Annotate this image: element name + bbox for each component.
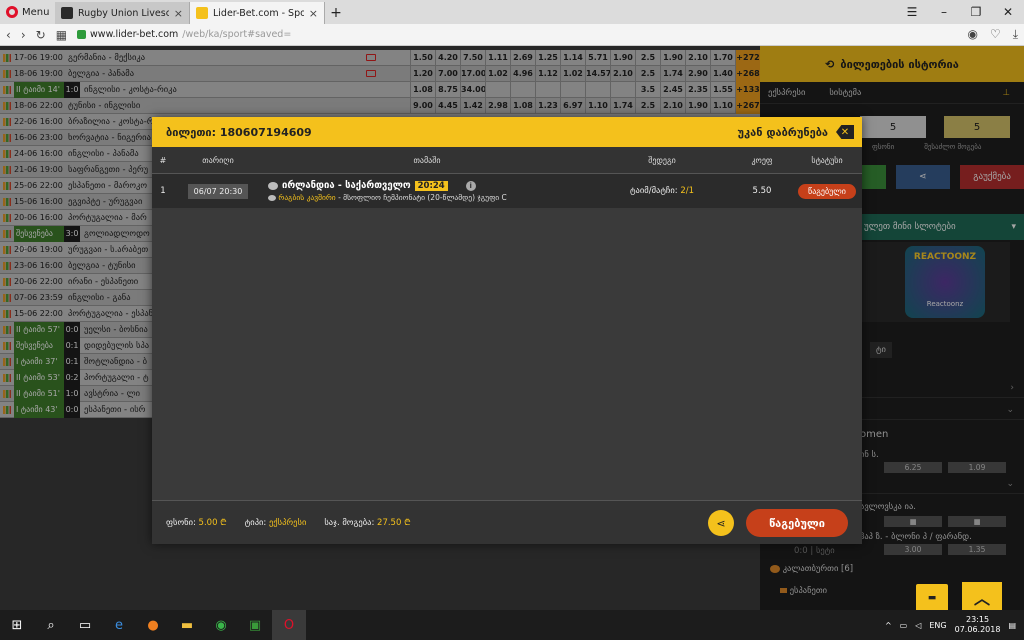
snap-icon[interactable]: ☰ bbox=[896, 5, 928, 19]
network-icon[interactable]: ▭ bbox=[900, 621, 908, 630]
back-icon[interactable]: ‹ bbox=[6, 28, 11, 42]
download-icon[interactable]: ⤓ bbox=[1013, 27, 1018, 42]
task-view-icon[interactable]: ▭ bbox=[68, 610, 102, 640]
rugby-ball-icon bbox=[268, 181, 278, 190]
ticket-title: ბილეთი: 180607194609 bbox=[166, 125, 312, 139]
chrome-icon[interactable]: ◉ bbox=[204, 610, 238, 640]
lost-status-button[interactable]: წაგებული bbox=[746, 509, 848, 537]
forward-icon[interactable]: › bbox=[21, 28, 26, 42]
lock-icon bbox=[77, 30, 87, 39]
firefox-icon[interactable]: ● bbox=[136, 610, 170, 640]
browser-tabbar: Menu Rugby Union Livescore - L× Lider-Be… bbox=[0, 0, 1024, 24]
event-name[interactable]: ირლანდია - საქართველო bbox=[282, 180, 411, 191]
address-bar: ‹ › ↻ ▦ www.lider-bet.com/web/ka/sport#s… bbox=[0, 24, 1024, 46]
edge-icon[interactable]: e bbox=[102, 610, 136, 640]
ticket-footer: ფსონი: 5.00 ₾ ტიპი: ექსპრესი საჯ. მოგება… bbox=[152, 500, 862, 544]
info-icon[interactable]: i bbox=[465, 180, 476, 191]
liderbet-favicon-icon bbox=[196, 7, 208, 19]
notification-icon[interactable]: ▤ bbox=[1008, 621, 1016, 630]
ticket-table-header: # თარიღი თამაში შედეგი კოეფ სტატუსი bbox=[152, 147, 862, 174]
opera-taskbar-icon[interactable]: O bbox=[272, 610, 306, 640]
close-tab-icon[interactable]: × bbox=[309, 7, 318, 20]
close-window-icon[interactable]: ✕ bbox=[992, 5, 1024, 19]
file-explorer-icon[interactable]: ▬ bbox=[170, 610, 204, 640]
tab-rugby-livescore[interactable]: Rugby Union Livescore - L× bbox=[55, 2, 190, 24]
close-icon[interactable]: ✕ bbox=[836, 125, 854, 139]
rugby-ball-icon bbox=[268, 195, 276, 201]
speed-dial-icon[interactable]: ▦ bbox=[56, 28, 67, 42]
new-tab-button[interactable]: + bbox=[325, 2, 347, 24]
clock[interactable]: 23:15 07.06.2018 bbox=[955, 615, 1001, 635]
windows-start-icon[interactable]: ⊞ bbox=[0, 610, 34, 640]
share-icon[interactable]: ⋖ bbox=[708, 510, 734, 536]
chat-icon[interactable]: ▬ bbox=[916, 584, 948, 612]
camera-icon[interactable]: ◉ bbox=[967, 27, 977, 42]
ticket-row: 1 06/07 20:30 ირლანდია - საქართველო 20:24… bbox=[152, 174, 862, 208]
close-tab-icon[interactable]: × bbox=[174, 7, 183, 20]
tray-up-icon[interactable]: ^ bbox=[885, 621, 892, 630]
rugby-favicon-icon bbox=[61, 7, 73, 19]
back-button[interactable]: უკან დაბრუნება ✕ bbox=[738, 125, 854, 139]
heart-icon[interactable]: ♡ bbox=[990, 27, 1001, 42]
excel-icon[interactable]: ▣ bbox=[238, 610, 272, 640]
status-badge: წაგებული bbox=[798, 183, 856, 199]
opera-menu-button[interactable]: Menu bbox=[0, 0, 55, 24]
reload-icon[interactable]: ↻ bbox=[36, 28, 46, 42]
window-controls: ☰ – ❐ ✕ bbox=[896, 0, 1024, 24]
opera-logo-icon bbox=[6, 6, 18, 18]
url-field[interactable]: www.lider-bet.com/web/ka/sport#saved= bbox=[77, 29, 957, 40]
restore-icon[interactable]: ❐ bbox=[960, 5, 992, 19]
search-icon[interactable]: ⌕ bbox=[34, 610, 68, 640]
windows-taskbar: ⊞ ⌕ ▭ e ● ▬ ◉ ▣ O ^ ▭ ◁ ENG 23:15 07.06.2… bbox=[0, 610, 1024, 640]
ticket-modal: ბილეთი: 180607194609 უკან დაბრუნება ✕ # თ… bbox=[152, 117, 862, 544]
tab-liderbet[interactable]: Lider-Bet.com - Sports and× bbox=[190, 2, 325, 24]
scroll-up-icon[interactable]: ︿ bbox=[962, 582, 1002, 612]
volume-icon[interactable]: ◁ bbox=[915, 621, 921, 630]
minimize-icon[interactable]: – bbox=[928, 5, 960, 19]
